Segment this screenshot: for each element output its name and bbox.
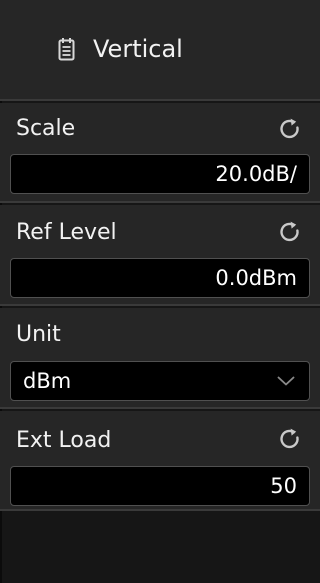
vertical-settings-panel: Vertical Scale 20.0dB/ Ref Level 0.0dBm … bbox=[0, 0, 320, 583]
ext-load-field[interactable]: 50 bbox=[10, 466, 310, 506]
ref-level-value: 0.0dBm bbox=[215, 266, 297, 290]
ref-level-label: Ref Level bbox=[16, 220, 117, 245]
ext-load-section: Ext Load 50 bbox=[0, 411, 320, 511]
panel-header: Vertical bbox=[0, 0, 320, 101]
ref-level-section: Ref Level 0.0dBm bbox=[0, 205, 320, 306]
unit-label: Unit bbox=[16, 322, 61, 347]
ext-load-value: 50 bbox=[270, 474, 297, 498]
scale-field[interactable]: 20.0dB/ bbox=[10, 154, 310, 194]
unit-selected-value: dBm bbox=[23, 369, 72, 393]
panel-title: Vertical bbox=[93, 35, 183, 63]
document-list-icon bbox=[58, 38, 75, 61]
unit-section: Unit dBm bbox=[0, 308, 320, 409]
scale-section: Scale 20.0dB/ bbox=[0, 103, 320, 203]
reset-icon[interactable] bbox=[278, 117, 302, 141]
chevron-down-icon bbox=[277, 376, 295, 386]
reset-icon[interactable] bbox=[278, 427, 302, 451]
unit-select[interactable]: dBm bbox=[10, 361, 310, 401]
ref-level-field[interactable]: 0.0dBm bbox=[10, 258, 310, 298]
scale-label: Scale bbox=[16, 116, 76, 141]
reset-icon[interactable] bbox=[278, 220, 302, 244]
ext-load-label: Ext Load bbox=[16, 428, 112, 453]
scale-value: 20.0dB/ bbox=[215, 162, 297, 186]
